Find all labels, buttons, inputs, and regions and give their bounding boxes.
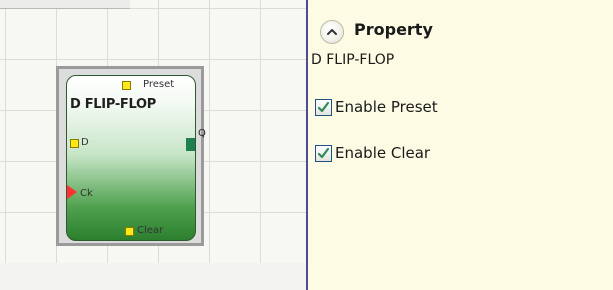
panel-title: Property bbox=[354, 20, 433, 39]
panel-subtitle: D FLIP-FLOP bbox=[311, 52, 395, 68]
d-pin[interactable] bbox=[70, 139, 79, 148]
canvas-bottom-bar bbox=[0, 263, 306, 290]
property-panel: Property D FLIP-FLOP Enable Preset Enabl… bbox=[308, 0, 613, 290]
clock-pin[interactable] bbox=[67, 185, 77, 199]
enable-clear-checkbox[interactable] bbox=[315, 145, 332, 162]
clock-pin-label: Ck bbox=[80, 188, 93, 199]
collapse-button[interactable] bbox=[320, 20, 344, 44]
d-flip-flop-block[interactable]: Preset D FLIP-FLOP D Ck Clear bbox=[66, 75, 196, 241]
preset-pin[interactable] bbox=[122, 81, 131, 90]
block-title: D FLIP-FLOP bbox=[70, 97, 156, 112]
clear-pin-label: Clear bbox=[137, 225, 164, 236]
q-output-label: Q bbox=[198, 128, 206, 139]
preset-pin-label: Preset bbox=[143, 79, 175, 90]
enable-clear-label: Enable Clear bbox=[335, 144, 431, 162]
enable-preset-label: Enable Preset bbox=[335, 98, 438, 116]
clear-pin[interactable] bbox=[125, 227, 134, 236]
canvas-top-strip bbox=[0, 0, 130, 9]
q-output-pin[interactable] bbox=[186, 138, 195, 151]
enable-preset-checkbox[interactable] bbox=[315, 99, 332, 116]
schematic-canvas[interactable]: Preset D FLIP-FLOP D Ck Clear Q bbox=[0, 0, 306, 263]
d-pin-label: D bbox=[81, 137, 89, 148]
